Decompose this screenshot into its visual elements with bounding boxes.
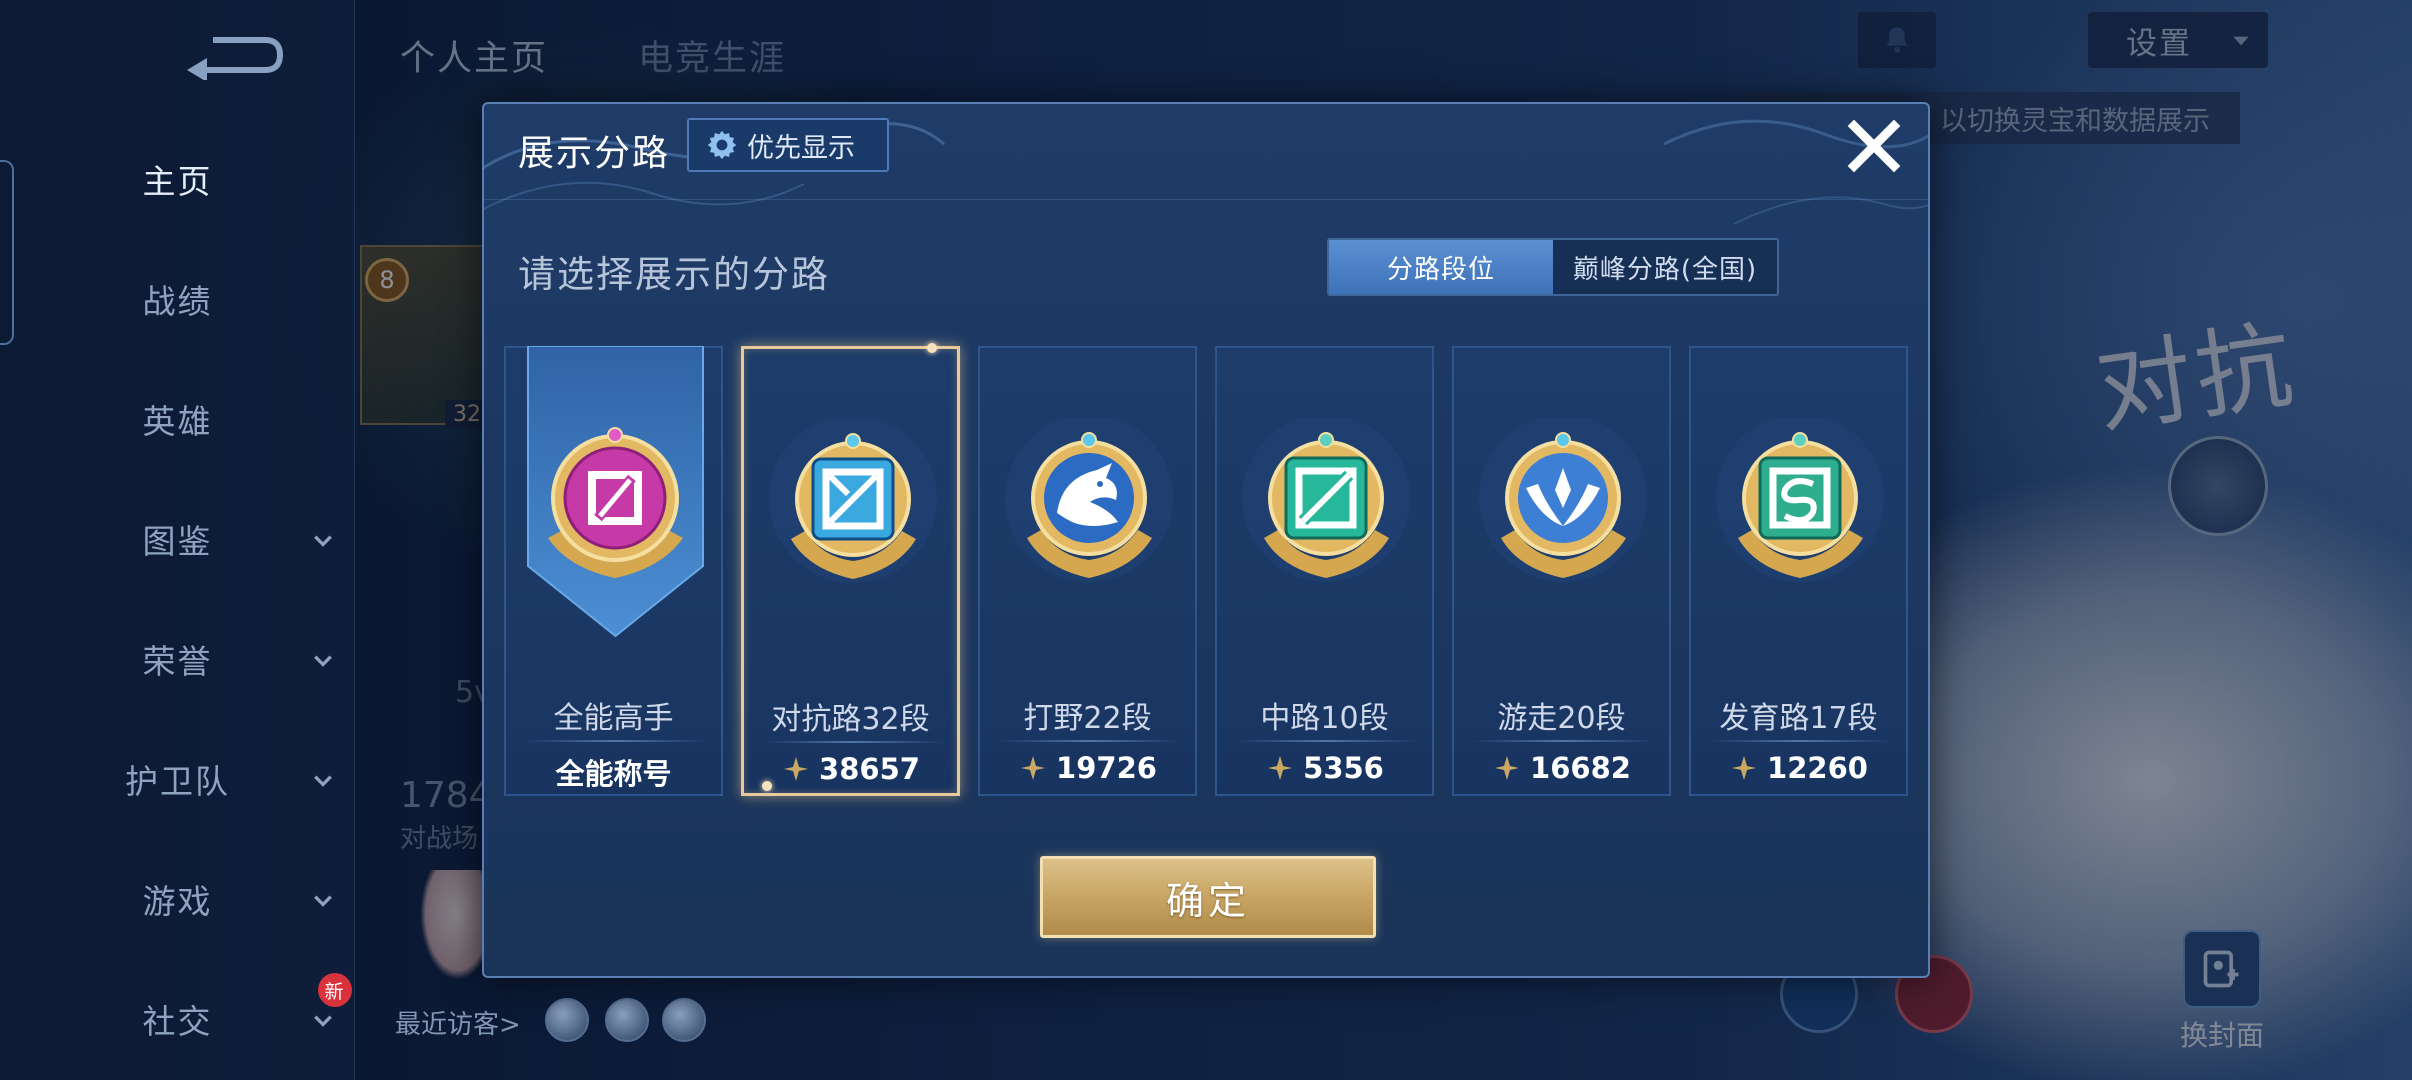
chevron-down-icon [314,535,332,547]
sidebar-item-honors[interactable]: 荣誉 [0,629,355,689]
farm-lane-emblem-icon [1713,414,1888,593]
clash-lane-emblem-icon [766,415,941,594]
chevron-down-icon [314,775,332,787]
lane-score: 12260 [1691,748,1906,788]
priority-display-label: 优先显示 [747,132,855,164]
priority-display-button[interactable]: 优先显示 [687,118,889,172]
jungle-emblem-icon [1002,414,1177,593]
visitor-avatar[interactable] [545,998,589,1042]
lane-card-mid-lane[interactable]: 中路10段 5356 [1215,346,1434,796]
visitor-avatar[interactable] [605,998,649,1042]
gear-icon [707,130,737,160]
new-badge: 新 [318,973,352,1007]
lane-card-jungle[interactable]: 打野22段 19726 [978,346,1197,796]
sidebar-item-label: 主页 [142,162,213,201]
confirm-button[interactable]: 确定 [1040,856,1376,938]
sidebar-item-games[interactable]: 游戏 [0,869,355,929]
power-icon [1495,756,1520,780]
close-button[interactable] [1842,114,1906,178]
dialog-subtitle: 请选择展示的分路 [518,253,830,296]
sidebar-item-label: 图鉴 [142,522,213,561]
chevron-down-icon [314,1015,332,1027]
sidebar-item-label: 游戏 [142,882,213,921]
lane-card-clash-lane[interactable]: 对抗路32段 38657 [741,343,960,796]
display-mode-toggle: 分路段位 巅峰分路(全国) [1327,238,1779,296]
back-arrow-icon [187,37,284,82]
lane-card-all-round[interactable]: 全能高手 全能称号 [504,346,723,796]
lane-name: 中路10段 [1260,701,1389,736]
corner-dot [927,343,937,353]
sidebar-item-home[interactable]: 主页 [0,149,355,209]
sidebar-item-collection[interactable]: 图鉴 [0,509,355,569]
power-icon [1021,756,1046,780]
close-icon [1847,119,1901,173]
score-value: 5356 [1303,751,1384,785]
sidebar-item-label: 社交 [142,1002,213,1041]
divider [524,740,707,742]
toggle-lane-rank[interactable]: 分路段位 [1329,240,1553,294]
divider [762,741,945,743]
dialog-title: 展示分路 [518,133,671,174]
lane-card-farm-lane[interactable]: 发育路17段 12260 [1689,346,1908,796]
sidebar-item-label: 护卫队 [125,762,230,801]
divider [1709,740,1892,742]
sidebar: 主页 战绩 英雄 图鉴 荣誉 护卫队 游戏 社交 新 [0,0,355,1080]
divider [1235,740,1418,742]
lane-score: 5356 [1217,748,1432,788]
lane-name: 全能高手 [553,701,674,736]
power-icon [1268,756,1293,780]
sidebar-item-label: 英雄 [142,402,213,441]
back-button[interactable] [185,30,285,82]
chevron-down-icon [314,895,332,907]
sidebar-item-label: 荣誉 [142,642,213,681]
sidebar-item-label: 战绩 [142,282,213,321]
score-value: 16682 [1530,751,1631,785]
lane-card-roam[interactable]: 游走20段 16682 [1452,346,1671,796]
sidebar-item-heroes[interactable]: 英雄 [0,389,355,449]
roam-emblem-icon [1476,414,1651,593]
lane-name: 对抗路32段 [771,702,930,737]
lane-name: 打野22段 [1023,701,1152,736]
mid-lane-emblem-icon [1239,414,1414,593]
all-round-emblem-icon [528,418,703,593]
score-value: 19726 [1056,751,1157,785]
divider [998,740,1181,742]
lane-score: 38657 [744,749,957,789]
sidebar-item-records[interactable]: 战绩 [0,269,355,329]
score-value: 38657 [819,752,920,786]
lane-score: 16682 [1454,748,1669,788]
lane-score: 19726 [980,748,1195,788]
power-icon [1732,756,1757,780]
dialog-header: 展示分路 优先显示 [484,104,1928,200]
power-icon [784,757,809,781]
all-round-title-label: 全能称号 [555,757,672,791]
lane-name: 游走20段 [1497,701,1626,736]
chevron-down-icon [314,655,332,667]
score-value: 12260 [1767,751,1868,785]
lane-name: 发育路17段 [1719,701,1878,736]
visitor-avatar[interactable] [662,998,706,1042]
sidebar-item-guard-team[interactable]: 护卫队 [0,749,355,809]
divider [1472,740,1655,742]
recent-visitors-link[interactable]: 最近访客> [395,1004,521,1041]
lane-display-dialog: 展示分路 优先显示 请选择展示的分路 分路段位 巅峰分路(全国) 全能高手 全能… [482,102,1930,978]
sidebar-item-social[interactable]: 社交 新 [0,973,355,1049]
toggle-peak-lane[interactable]: 巅峰分路(全国) [1553,240,1777,294]
